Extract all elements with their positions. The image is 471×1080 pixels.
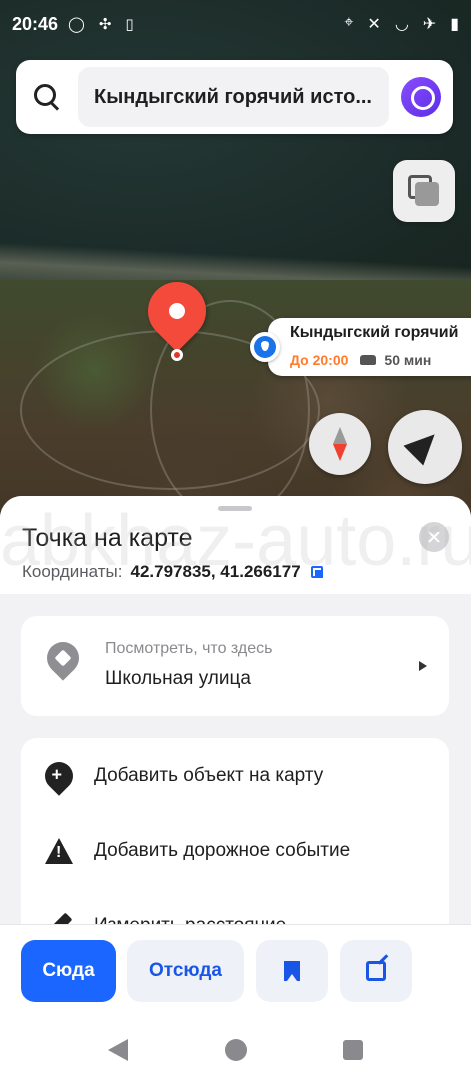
warning-icon (45, 837, 73, 864)
airplane-icon: ✈ (422, 16, 437, 33)
route-here-button[interactable]: Сюда (21, 940, 116, 1002)
bottom-sheet[interactable]: Точка на карте Координаты: 42.797835, 41… (0, 496, 471, 926)
whats-here-card[interactable]: Посмотреть, что здесь Школьная улица (21, 616, 449, 716)
building-pin-icon (40, 635, 86, 681)
add-road-event-action[interactable]: Добавить дорожное событие (21, 813, 449, 888)
coordinates-label: Координаты: (22, 562, 123, 581)
chevron-right-icon (419, 661, 427, 671)
car-icon (360, 355, 377, 365)
sim-icon: ▯ (125, 16, 134, 33)
bookmark-icon (284, 961, 300, 981)
route-from-button[interactable]: Отсюда (127, 940, 244, 1002)
street-name: Школьная улица (105, 668, 251, 689)
poi-marker[interactable] (250, 332, 280, 362)
coordinates-value: 42.797835, 41.266177 (130, 562, 301, 581)
share-button[interactable] (340, 940, 412, 1002)
poi-open-until: До 20:00 (290, 352, 349, 368)
system-nav-bar (0, 1019, 471, 1080)
recents-icon[interactable] (343, 1040, 363, 1060)
measure-distance-action[interactable]: Измерить расстояние (21, 888, 449, 926)
whats-here-hint: Посмотреть, что здесь (105, 640, 273, 657)
close-button[interactable] (419, 522, 449, 552)
compass-button[interactable] (309, 413, 371, 475)
whatsapp-icon: ◯ (68, 16, 85, 33)
battery-icon: ▮ (450, 16, 459, 33)
wifi-icon: ◡ (394, 16, 409, 33)
navigation-arrow-icon (403, 424, 445, 466)
compass-north-icon (333, 427, 347, 444)
location-icon: ⌖ (344, 14, 354, 31)
home-icon[interactable] (225, 1039, 247, 1061)
sheet-body: Посмотреть, что здесь Школьная улица Доб… (0, 594, 471, 926)
compass-south-icon (333, 444, 347, 461)
sheet-header: Точка на карте Координаты: 42.797835, 41… (0, 496, 471, 594)
poi-name: Кындыгский горячий (290, 324, 459, 341)
sheet-title: Точка на карте (22, 524, 193, 552)
search-bar[interactable]: Кындыгский горячий исто... (16, 60, 453, 134)
status-time: 20:46 (12, 13, 59, 34)
sheet-drag-handle[interactable] (218, 506, 252, 511)
route-action-bar: Сюда Отсюда (0, 924, 471, 1019)
copy-icon[interactable] (310, 566, 323, 578)
search-input[interactable]: Кындыгский горячий исто... (78, 67, 389, 127)
layers-icon-fill (415, 182, 439, 206)
fan-icon: ✣ (98, 16, 112, 33)
poi-drive-time: 50 мин (384, 352, 432, 368)
share-icon (366, 961, 386, 981)
water-drop-icon (254, 336, 276, 358)
status-bar: 20:46 ◯ ✣ ▯ ⌖ ✕ ◡ ✈ ▮ (0, 0, 471, 48)
search-icon[interactable] (32, 82, 62, 112)
my-location-button[interactable] (388, 410, 462, 484)
coordinates-row: Координаты: 42.797835, 41.266177 (22, 562, 323, 582)
map-pin-point (171, 349, 183, 361)
poi-bubble[interactable]: Кындыгский горячий До 20:00 50 мин (268, 318, 471, 376)
alice-assistant-icon[interactable] (401, 77, 441, 117)
action-label: Добавить объект на карту (94, 764, 324, 786)
add-object-action[interactable]: Добавить объект на карту (21, 738, 449, 813)
layers-button[interactable] (393, 160, 455, 222)
bookmark-button[interactable] (256, 940, 328, 1002)
actions-card: Добавить объект на карту Добавить дорожн… (21, 738, 449, 926)
back-icon[interactable] (108, 1039, 128, 1061)
add-place-icon (39, 755, 79, 796)
action-label: Добавить дорожное событие (94, 839, 351, 861)
mute-icon: ✕ (367, 16, 381, 33)
